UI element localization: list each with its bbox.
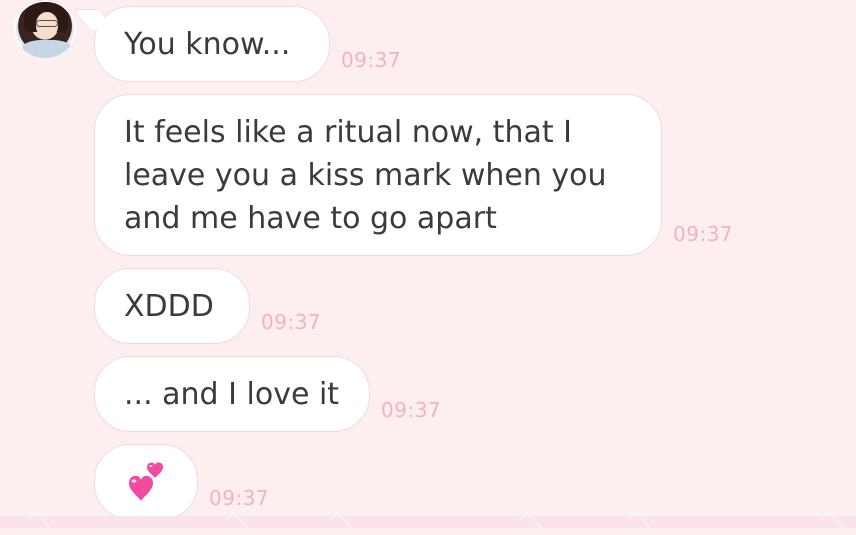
message-text-line: and me have to go apart — [124, 201, 497, 236]
message-timestamp: 09:37 — [673, 222, 734, 246]
message-bubble[interactable] — [94, 444, 198, 520]
message-text-line: It feels like a ritual now, that I — [124, 115, 572, 150]
two-hearts-emoji — [129, 462, 163, 501]
contact-avatar[interactable] — [14, 0, 76, 58]
message-bubble[interactable]: ... and I love it — [94, 356, 370, 432]
message-timestamp: 09:37 — [381, 398, 442, 422]
message-text: You know... — [124, 27, 291, 62]
message-timestamp: 09:37 — [261, 310, 322, 334]
message-text: ... and I love it — [124, 377, 340, 412]
message-timestamp: 09:37 — [209, 486, 270, 510]
message-bubble[interactable]: You know... — [94, 6, 330, 82]
message-text: XDDD — [124, 289, 214, 324]
message-bubble[interactable]: XDDD — [94, 268, 250, 344]
bottom-strip — [0, 516, 856, 528]
chat-thread: You know... 09:37 It feels like a ritual… — [0, 0, 856, 535]
avatar-glasses — [36, 20, 58, 27]
message-bubble[interactable]: It feels like a ritual now, that I leave… — [94, 94, 662, 256]
message-timestamp: 09:37 — [341, 48, 402, 72]
avatar-shirt — [22, 40, 72, 58]
message-text-line: leave you a kiss mark when you — [124, 158, 607, 193]
